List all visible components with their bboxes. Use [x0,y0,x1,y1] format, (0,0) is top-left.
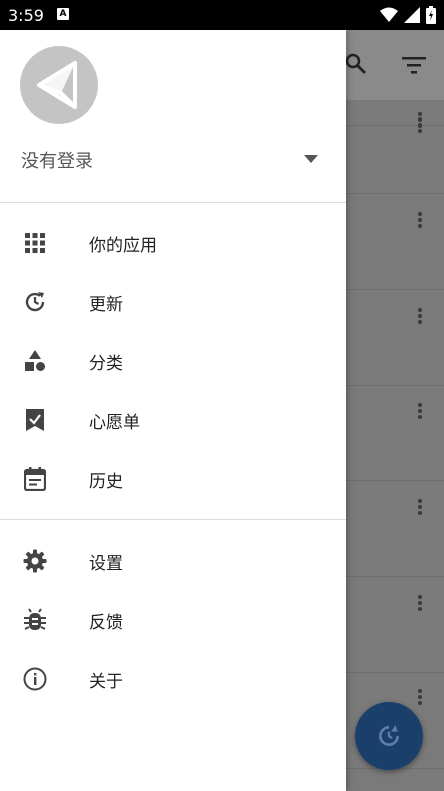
bug-icon [22,607,48,633]
app-logo-icon [37,61,77,109]
drawer-item-label: 设置 [89,554,123,574]
drawer-item-about[interactable]: 关于 [0,649,346,708]
more-options-icon[interactable] [416,115,424,135]
status-icons [380,6,436,24]
account-dropdown-icon[interactable] [304,155,318,163]
more-options-icon[interactable] [416,687,424,707]
more-options-icon[interactable] [416,497,424,517]
drawer-item-label: 分类 [89,354,123,374]
refresh-icon [379,725,399,746]
drawer-item-label: 历史 [89,472,123,492]
wishlist-icon [22,407,48,433]
category-icon [22,348,48,374]
notification-icon: A [57,8,69,20]
avatar[interactable] [20,46,98,124]
refresh-fab[interactable] [355,702,423,770]
drawer-divider [0,519,346,520]
signal-icon [404,7,420,23]
info-icon [22,666,48,692]
drawer-item-categories[interactable]: 分类 [0,331,346,390]
wifi-icon [380,7,398,22]
drawer-item-wishlist[interactable]: 心愿单 [0,390,346,449]
drawer-item-label: 反馈 [89,613,123,633]
drawer-item-settings[interactable]: 设置 [0,531,346,590]
drawer-item-your-apps[interactable]: 你的应用 [0,213,346,272]
history-icon [22,466,48,492]
update-icon [22,289,48,315]
status-time: 3:59 [8,6,44,25]
drawer-item-label: 心愿单 [89,413,140,433]
drawer-item-label: 你的应用 [89,236,157,256]
drawer-item-feedback[interactable]: 反馈 [0,590,346,649]
navigation-drawer: 没有登录 你的应用 更新 分类 心愿单 历史 设置 反馈 关于 [0,30,346,791]
more-options-icon[interactable] [416,593,424,613]
drawer-item-label: 关于 [89,672,123,692]
apps-grid-icon [22,230,48,256]
drawer-item-label: 更新 [89,295,123,315]
status-bar: 3:59 A [0,0,444,30]
more-options-icon[interactable] [416,401,424,421]
drawer-divider [0,202,346,203]
account-name[interactable]: 没有登录 [21,147,93,173]
drawer-item-history[interactable]: 历史 [0,449,346,508]
battery-icon [426,6,436,24]
more-options-icon[interactable] [416,210,424,230]
drawer-item-updates[interactable]: 更新 [0,272,346,331]
more-options-icon[interactable] [416,306,424,326]
settings-icon [22,548,48,574]
